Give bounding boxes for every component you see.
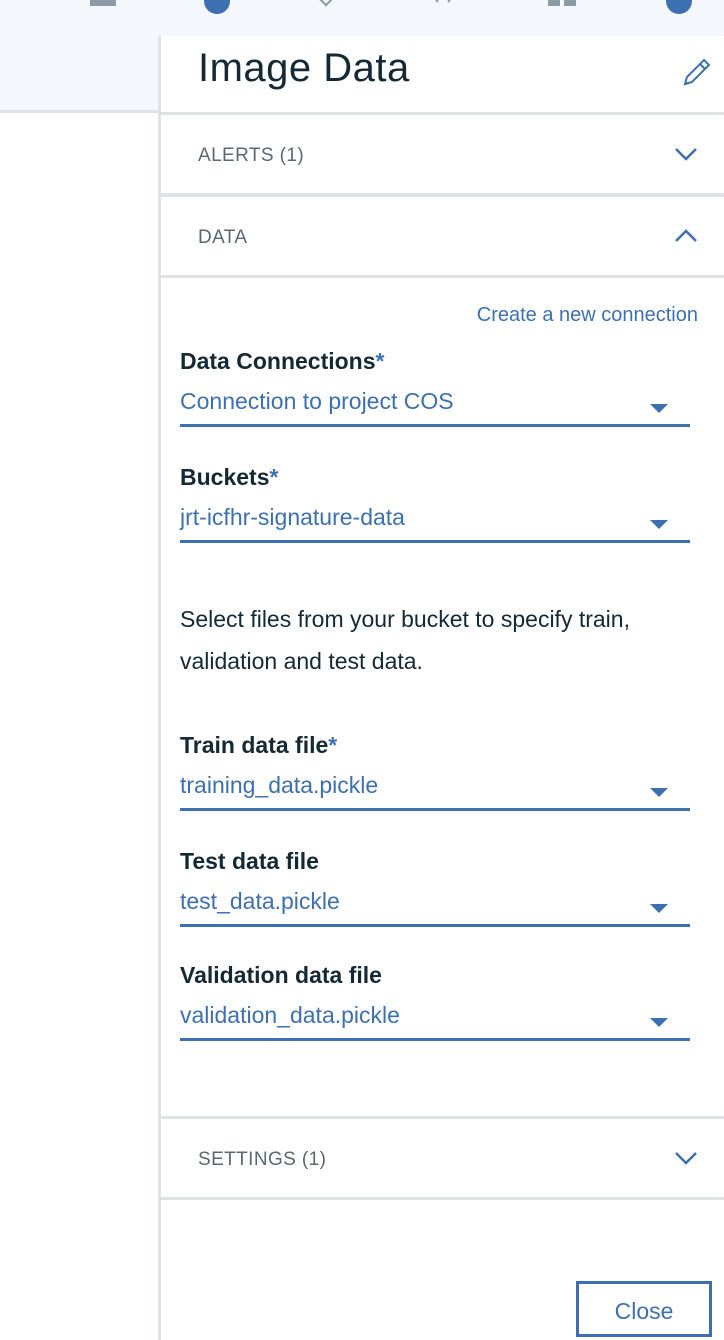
train-file-value: training_data.pickle: [180, 772, 379, 798]
section-data-label: DATA: [198, 227, 248, 248]
chevron-up-icon[interactable]: [673, 223, 699, 249]
data-connections-select[interactable]: Connection to project COS: [180, 388, 690, 427]
section-settings-label: SETTINGS (1): [198, 1149, 327, 1170]
caret-down-icon: [650, 404, 668, 413]
train-file-label: Train data file*: [180, 732, 338, 758]
data-connections-value: Connection to project COS: [180, 388, 454, 414]
section-alerts[interactable]: ALERTS (1): [161, 112, 724, 196]
help-icon[interactable]: [666, 0, 692, 14]
test-file-value: test_data.pickle: [180, 888, 340, 914]
chevron-down-icon[interactable]: [317, 0, 335, 7]
canvas-area: [0, 36, 158, 1340]
chevron-down-icon[interactable]: [673, 141, 699, 167]
test-file-label: Test data file: [180, 848, 319, 874]
section-alerts-label: ALERTS (1): [198, 145, 305, 166]
panel-title: Image Data: [198, 46, 410, 90]
caret-down-icon: [650, 1018, 668, 1027]
pencil-icon[interactable]: [679, 54, 715, 90]
canvas-header: [0, 36, 158, 113]
help-text: Select files from your bucket to specify…: [180, 606, 630, 674]
image-data-panel: Image Data ALERTS (1) DATA Create a new …: [161, 36, 724, 1340]
top-toolbar: [0, 0, 724, 37]
validation-file-value: validation_data.pickle: [180, 1002, 400, 1028]
data-connections-field: Data Connections* Connection to project …: [180, 348, 690, 427]
grid-icon[interactable]: [548, 0, 576, 6]
chevron-down-icon[interactable]: [673, 1145, 699, 1171]
caret-down-icon: [650, 520, 668, 529]
create-connection-link[interactable]: Create a new connection: [477, 304, 698, 327]
validation-file-label: Validation data file: [180, 962, 382, 988]
caret-down-icon: [650, 788, 668, 797]
document-icon[interactable]: [90, 0, 116, 6]
buckets-field: Buckets* jrt-icfhr-signature-data: [180, 464, 690, 543]
buckets-select[interactable]: jrt-icfhr-signature-data: [180, 504, 690, 543]
code-icon[interactable]: [432, 0, 454, 4]
test-file-field: Test data file test_data.pickle: [180, 848, 690, 927]
caret-down-icon: [650, 904, 668, 913]
validation-file-select[interactable]: validation_data.pickle: [180, 1002, 690, 1041]
data-connections-label: Data Connections*: [180, 348, 385, 374]
close-button[interactable]: Close: [576, 1281, 712, 1337]
train-file-field: Train data file* training_data.pickle: [180, 732, 690, 811]
section-settings[interactable]: SETTINGS (1): [161, 1116, 724, 1200]
buckets-value: jrt-icfhr-signature-data: [180, 504, 405, 530]
test-file-select[interactable]: test_data.pickle: [180, 888, 690, 927]
section-data[interactable]: DATA: [161, 194, 724, 278]
train-file-select[interactable]: training_data.pickle: [180, 772, 690, 811]
buckets-label: Buckets*: [180, 464, 279, 490]
validation-file-field: Validation data file validation_data.pic…: [180, 962, 690, 1041]
run-icon[interactable]: [204, 0, 230, 14]
